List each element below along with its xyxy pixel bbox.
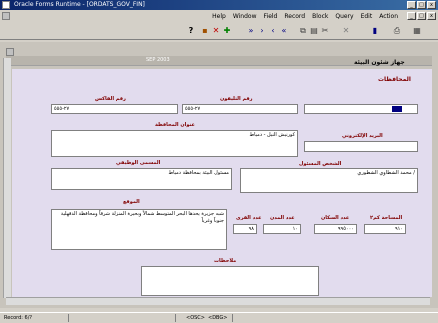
responsible-person-label: الشخص المسئول <box>299 161 342 167</box>
subwindow-icon[interactable] <box>6 48 14 56</box>
paste-icon[interactable]: ▤ <box>309 26 319 36</box>
next-record-icon[interactable]: › <box>257 26 267 36</box>
email-label: البريد الإلكتروني <box>342 133 383 139</box>
menu-query[interactable]: Query <box>335 12 353 21</box>
phone-field[interactable]: ٢٧-٥٥٥ <box>182 104 298 114</box>
subwindow-title: SEP 2003 <box>146 57 170 63</box>
area-field[interactable]: ٩١٠ <box>364 224 406 234</box>
save-icon[interactable]: ▮ <box>370 26 380 36</box>
menu-help[interactable]: Help <box>212 12 226 21</box>
title-bar: Oracle Forms Runtime - [ORDATS_GOV_FIN] … <box>0 0 438 10</box>
document-icon[interactable] <box>2 12 10 20</box>
clear-icon[interactable]: ✕ <box>341 26 351 36</box>
current-record-indicator <box>392 106 402 112</box>
population-field[interactable]: ٩٩٥٠٠٠ <box>314 224 357 234</box>
delete-record-icon[interactable]: ✕ <box>211 26 221 36</box>
population-label: عدد السكان <box>321 215 350 221</box>
minimize-button[interactable]: _ <box>407 1 416 9</box>
doc-minimize-button[interactable]: _ <box>407 12 416 20</box>
job-title-field[interactable]: مسئول البيئة بمحافظة دمياط <box>51 168 232 190</box>
notes-label: ملاحظات <box>214 258 237 264</box>
cities-field[interactable]: ١٠ <box>263 224 301 234</box>
menu-window[interactable]: Window <box>233 12 257 21</box>
insert-record-icon[interactable]: ✚ <box>222 26 232 36</box>
cities-label: عدد المدن <box>270 215 295 221</box>
fax-label: رقم الفاكس <box>95 96 126 102</box>
job-title-label: المسمى الوظيفي <box>116 160 161 166</box>
help-icon[interactable]: ? <box>186 26 196 36</box>
address-field[interactable]: كورنيش النيل - دمياط <box>51 130 298 157</box>
last-record-icon[interactable]: » <box>246 26 256 36</box>
location-label: الموقع <box>123 199 140 205</box>
toolbar: ? ▪ ✕ ✚ » › ‹ « ⧉ ▤ ✂ ✕ ▮ ⎙ ▦ <box>0 23 438 40</box>
enter-query-icon[interactable]: ▦ <box>412 26 422 36</box>
vertical-scrollbar[interactable] <box>3 58 11 298</box>
menu-block[interactable]: Block <box>312 12 328 21</box>
exit-icon[interactable]: ▪ <box>200 26 210 36</box>
cut-icon[interactable]: ✂ <box>320 26 330 36</box>
notes-field[interactable] <box>141 266 319 296</box>
print-icon[interactable]: ⎙ <box>392 26 402 36</box>
copy-icon[interactable]: ⧉ <box>298 26 308 36</box>
phone-label: رقم التليفون <box>220 96 253 102</box>
doc-restore-button[interactable]: □ <box>417 12 426 20</box>
menu-field[interactable]: Field <box>264 12 278 21</box>
menu-action[interactable]: Action <box>379 12 398 21</box>
horizontal-scrollbar[interactable] <box>6 297 430 305</box>
app-icon <box>2 1 10 9</box>
area-label: المساحة كم٢ <box>370 215 403 221</box>
responsible-person-field[interactable]: / محمد الشطاوي الشطوري <box>240 168 418 193</box>
block-title: المحافظات <box>378 76 411 83</box>
close-button[interactable]: x <box>427 1 436 9</box>
menu-bar: Help Window Field Record Block Query Edi… <box>0 11 438 22</box>
menu-edit[interactable]: Edit <box>361 12 373 21</box>
location-field[interactable]: شبه جزيرة يحدها البحر المتوسط شمالاً وبح… <box>51 209 227 250</box>
menu-record[interactable]: Record <box>284 12 305 21</box>
fax-field[interactable]: ٢٧-٥٥٥ <box>51 104 178 114</box>
previous-record-icon[interactable]: ‹ <box>268 26 278 36</box>
window-title: Oracle Forms Runtime - [ORDATS_GOV_FIN] <box>14 1 145 8</box>
doc-close-button[interactable]: x <box>427 12 436 20</box>
villages-label: عدد القرى <box>236 215 262 221</box>
villages-field[interactable]: ٩٨ <box>233 224 257 234</box>
email-field[interactable] <box>304 141 418 152</box>
form-header-title: جهاز شئون البيئة <box>354 59 405 66</box>
status-bar: Record: 6/? <OSC> <DBG> <box>0 312 438 323</box>
first-record-icon[interactable]: « <box>279 26 289 36</box>
maximize-button[interactable]: □ <box>417 1 426 9</box>
address-label: عنوان المحافظة <box>155 122 195 128</box>
